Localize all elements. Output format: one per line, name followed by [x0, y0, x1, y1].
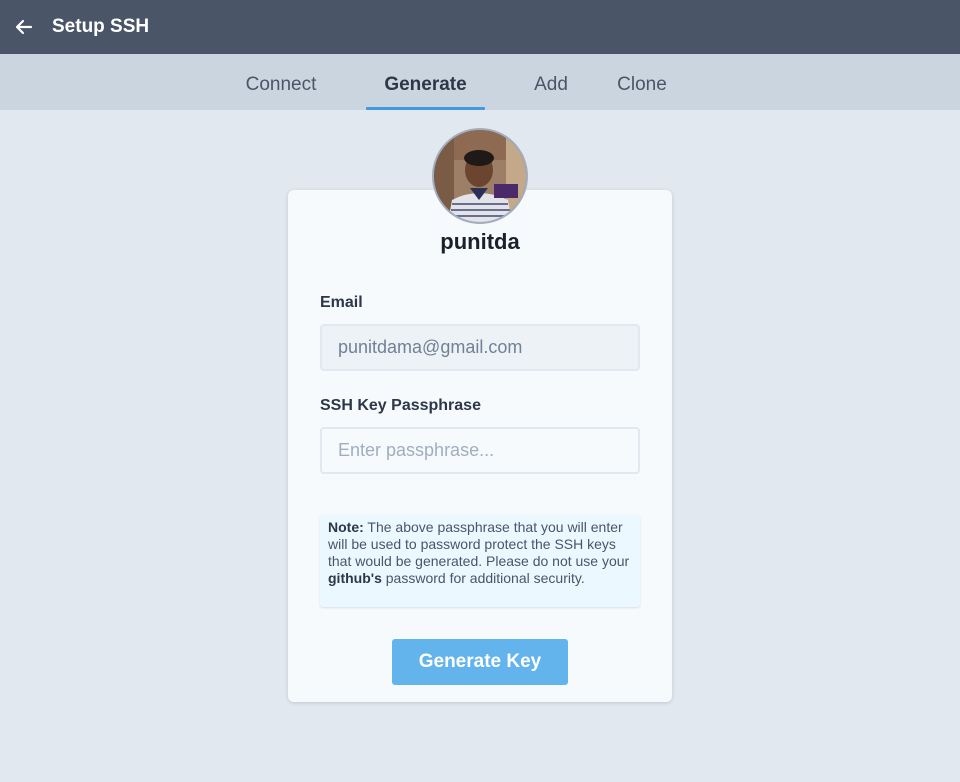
tab-add[interactable]: Add [532, 54, 570, 110]
note-emphasis: github's [328, 570, 382, 586]
note-prefix: Note: [328, 519, 364, 535]
username: punitda [440, 229, 520, 254]
email-field[interactable] [320, 324, 640, 371]
avatar-photo [434, 130, 526, 222]
app-header: Setup SSH [0, 0, 960, 54]
passphrase-note: Note: The above passphrase that you will… [320, 515, 640, 607]
tab-generate[interactable]: Generate [366, 54, 485, 110]
generate-key-button[interactable]: Generate Key [392, 639, 568, 685]
passphrase-input[interactable] [320, 427, 640, 474]
note-text-before: The above passphrase that you will enter… [328, 519, 630, 569]
tab-clone[interactable]: Clone [616, 54, 668, 110]
note-text-after: password for additional security. [381, 570, 585, 586]
email-label: Email [320, 294, 363, 311]
tab-bar: Connect Generate Add Clone [0, 54, 960, 110]
page-title: Setup SSH [52, 16, 150, 37]
arrow-left-icon [15, 19, 33, 35]
back-button[interactable] [12, 15, 36, 39]
active-tab-indicator [366, 107, 485, 110]
passphrase-label: SSH Key Passphrase [320, 397, 481, 414]
avatar [432, 128, 528, 224]
tab-connect[interactable]: Connect [244, 54, 318, 110]
